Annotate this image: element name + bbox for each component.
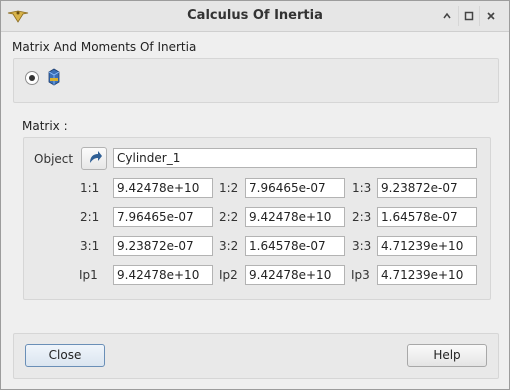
maximize-icon[interactable] — [457, 6, 480, 26]
help-button[interactable]: Help — [407, 344, 487, 367]
cell-value-3-1[interactable]: 9.23872e-07 — [113, 236, 213, 256]
cell-value-3-3[interactable]: 4.71239e+10 — [377, 236, 477, 256]
cell-value-1-3[interactable]: 9.23872e-07 — [377, 178, 477, 198]
cell-label-1-2: 1:2 — [219, 181, 239, 195]
cell-value-2-3[interactable]: 1.64578e-07 — [377, 207, 477, 227]
cell-label-2-3: 2:3 — [352, 210, 372, 224]
cell-value-3-2[interactable]: 1.64578e-07 — [245, 236, 345, 256]
solid-icon — [48, 68, 60, 86]
section-matrix-and-moments-label: Matrix And Moments Of Inertia — [12, 40, 197, 54]
cell-value-1-2[interactable]: 7.96465e-07 — [245, 178, 345, 198]
close-icon[interactable] — [479, 6, 501, 26]
close-button[interactable]: Close — [25, 344, 105, 367]
cell-value-ip3[interactable]: 4.71239e+10 — [377, 265, 477, 285]
up-icon[interactable] — [437, 6, 458, 26]
cell-value-1-1[interactable]: 9.42478e+10 — [113, 178, 213, 198]
window-title: Calculus Of Inertia — [187, 8, 323, 23]
select-arrow-icon — [90, 151, 102, 163]
cell-value-ip2[interactable]: 9.42478e+10 — [245, 265, 345, 285]
dialog-window: Calculus Of Inertia Matrix And Moments O… — [0, 0, 510, 390]
cell-label-ip3: Ip3 — [351, 268, 370, 282]
window-controls — [437, 6, 501, 26]
object-label: Object — [34, 152, 74, 166]
cell-label-2-1: 2:1 — [80, 210, 100, 224]
cell-label-1-3: 1:3 — [352, 181, 372, 195]
cell-label-ip2: Ip2 — [219, 268, 238, 282]
cell-label-1-1: 1:1 — [80, 181, 100, 195]
radio-solid[interactable] — [25, 71, 39, 85]
cell-label-3-3: 3:3 — [352, 239, 372, 253]
moments-group — [13, 58, 499, 103]
title-bar[interactable]: Calculus Of Inertia — [1, 1, 509, 32]
cell-value-2-1[interactable]: 7.96465e-07 — [113, 207, 213, 227]
section-matrix-label: Matrix : — [22, 119, 68, 133]
object-field[interactable]: Cylinder_1 — [113, 148, 477, 168]
object-select-button[interactable] — [81, 147, 107, 170]
cell-label-3-1: 3:1 — [80, 239, 100, 253]
cell-value-2-2[interactable]: 9.42478e+10 — [245, 207, 345, 227]
cell-label-ip1: Ip1 — [79, 268, 98, 282]
cell-label-3-2: 3:2 — [219, 239, 239, 253]
cell-value-ip1[interactable]: 9.42478e+10 — [113, 265, 213, 285]
cell-label-2-2: 2:2 — [219, 210, 239, 224]
